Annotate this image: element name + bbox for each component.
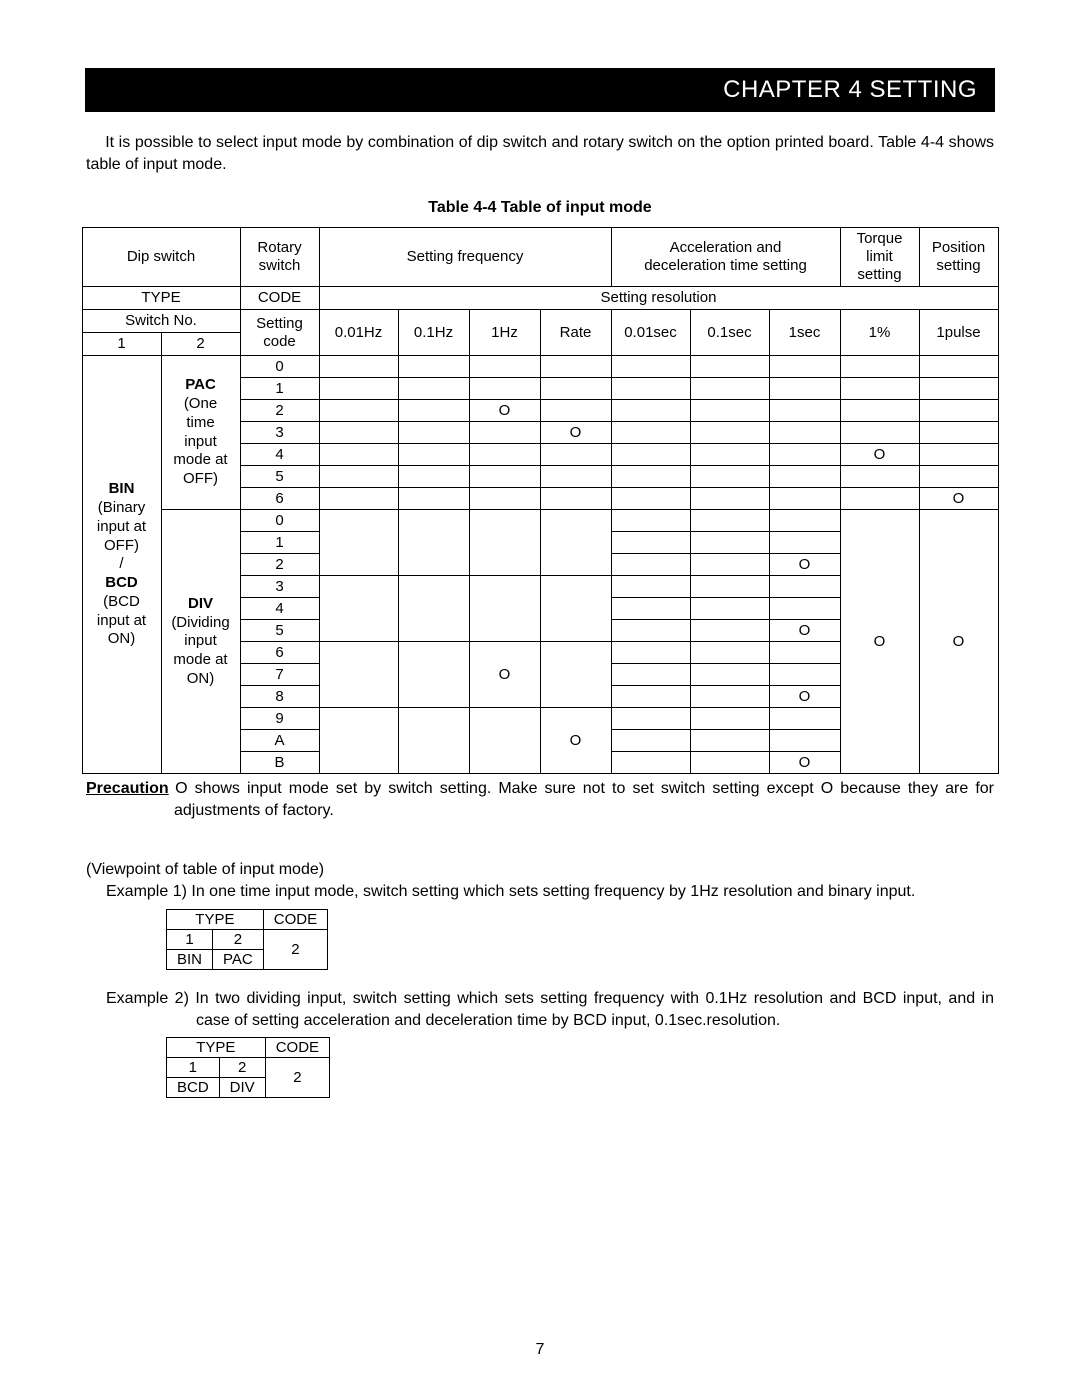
ex1-hdr-type: TYPE	[167, 909, 264, 929]
page-number: 7	[0, 1341, 1080, 1359]
example-1: Example 1) In one time input mode, switc…	[86, 881, 994, 903]
precaution-text: O shows input mode set by switch setting…	[174, 780, 994, 819]
table-row: BIN(Binaryinput atOFF)/BCD(BCDinput atON…	[82, 356, 998, 378]
hdr-sw2: 2	[161, 333, 240, 356]
hdr-sw1: 1	[82, 333, 161, 356]
hdr-rotary: Rotary switch	[240, 228, 319, 287]
precaution: Precaution O shows input mode set by swi…	[86, 778, 994, 821]
example-2-lead: Example 2)	[106, 990, 189, 1007]
ex2-hdr-type: TYPE	[167, 1038, 266, 1058]
table-caption: Table 4-4 Table of input mode	[60, 199, 1020, 217]
col-0-01hz: 0.01Hz	[319, 310, 398, 356]
hdr-switch-no: Switch No.	[82, 310, 240, 333]
hdr-code: CODE	[240, 287, 319, 310]
hdr-torque: Torque limit setting	[840, 228, 919, 287]
hdr-freq: Setting frequency	[319, 228, 611, 287]
hdr-position: Position setting	[919, 228, 998, 287]
col-0-1hz: 0.1Hz	[398, 310, 469, 356]
hdr-dip: Dip switch	[82, 228, 240, 287]
hdr-resolution: Setting resolution	[319, 287, 998, 310]
sw1-cell: BIN(Binaryinput atOFF)/BCD(BCDinput atON…	[82, 356, 161, 774]
sw2-div: DIV(Dividinginputmode atON)	[161, 510, 240, 774]
col-1pct: 1%	[840, 310, 919, 356]
col-0-01sec: 0.01sec	[611, 310, 690, 356]
example-1-table: TYPE CODE 1 2 2 BIN PAC	[166, 909, 328, 970]
viewpoint-heading: (Viewpoint of table of input mode)	[86, 861, 994, 879]
example-1-text: In one time input mode, switch setting w…	[191, 883, 915, 900]
hdr-accel: Acceleration and deceleration time setti…	[611, 228, 840, 287]
input-mode-table: Dip switch Rotary switch Setting frequen…	[82, 227, 999, 774]
chapter-title: CHAPTER 4 SETTING	[723, 76, 977, 104]
code-cell: 0	[240, 356, 319, 378]
example-2: Example 2) In two dividing input, switch…	[86, 988, 994, 1031]
example-1-lead: Example 1)	[106, 883, 187, 900]
ex1-hdr-code: CODE	[263, 909, 327, 929]
intro-paragraph: It is possible to select input mode by c…	[86, 132, 994, 175]
table-row: DIV(Dividinginputmode atON) 0 O O	[82, 510, 998, 532]
hdr-type: TYPE	[82, 287, 240, 310]
example-2-table: TYPE CODE 1 2 2 BCD DIV	[166, 1037, 330, 1098]
col-1hz: 1Hz	[469, 310, 540, 356]
col-rate: Rate	[540, 310, 611, 356]
sw2-pac: PAC(Onetimeinputmode atOFF)	[161, 356, 240, 510]
col-0-1sec: 0.1sec	[690, 310, 769, 356]
example-2-text: In two dividing input, switch setting wh…	[195, 990, 994, 1029]
chapter-header: CHAPTER 4 SETTING	[85, 68, 995, 112]
precaution-label: Precaution	[86, 778, 168, 800]
ex2-hdr-code: CODE	[265, 1038, 329, 1058]
col-1sec: 1sec	[769, 310, 840, 356]
hdr-setting-code: Setting code	[240, 310, 319, 356]
col-1pulse: 1pulse	[919, 310, 998, 356]
